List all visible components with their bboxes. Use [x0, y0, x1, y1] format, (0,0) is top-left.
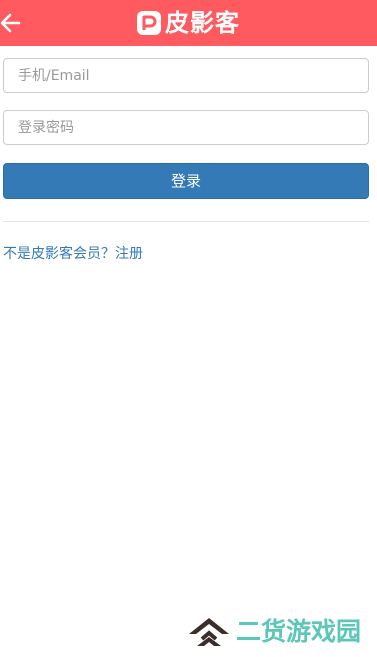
p-logo-icon — [137, 11, 161, 35]
app-header: 皮影客 — [0, 0, 377, 46]
watermark: 二货游戏园 — [186, 612, 361, 652]
password-input[interactable] — [3, 110, 369, 145]
app-logo: 皮影客 — [136, 6, 240, 40]
login-button[interactable]: 登录 — [3, 163, 369, 199]
register-prompt-text: 不是皮影客会员？ — [3, 246, 115, 262]
divider — [3, 221, 369, 222]
double-chevron-up-icon — [189, 618, 229, 646]
back-button[interactable] — [0, 9, 24, 37]
register-prompt: 不是皮影客会员？注册 — [3, 244, 143, 264]
register-link[interactable]: 注册 — [115, 246, 143, 262]
phone-email-input[interactable] — [3, 58, 369, 93]
watermark-text: 二货游戏园 — [236, 617, 362, 646]
logo-text: 皮影客 — [165, 9, 240, 37]
arrow-left-icon — [0, 13, 21, 33]
